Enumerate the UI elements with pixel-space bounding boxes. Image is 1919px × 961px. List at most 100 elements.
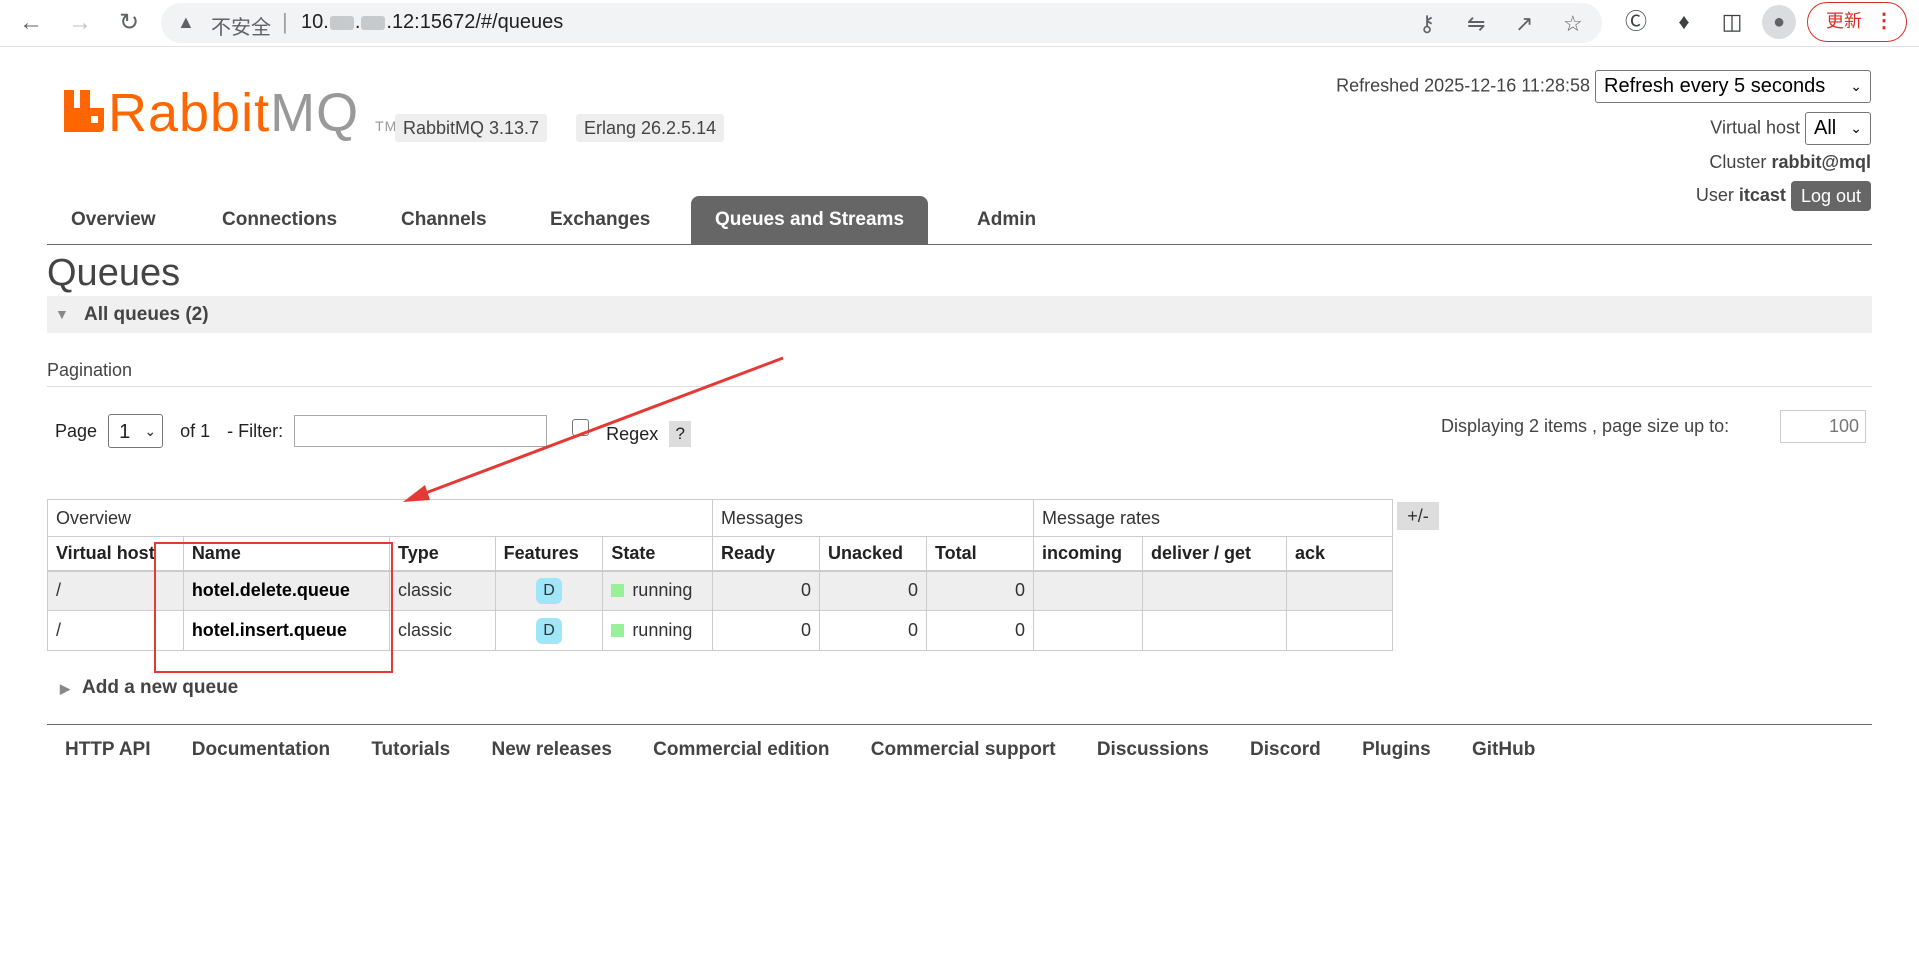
cell-features: D — [494, 610, 604, 651]
cell-type: classic — [389, 610, 496, 651]
footer-link-tutorials[interactable]: Tutorials — [371, 739, 450, 760]
rabbitmq-logo-icon — [64, 90, 104, 132]
section-title: All queues (2) — [84, 304, 209, 325]
share-icon[interactable]: ↗ — [1515, 11, 1533, 37]
all-queues-section-toggle[interactable]: ▼ All queues (2) — [47, 296, 1872, 333]
main-nav-tabs: Overview Connections Channels Exchanges … — [47, 196, 1872, 245]
col-state[interactable]: State — [602, 536, 713, 572]
bookmark-star-icon[interactable]: ☆ — [1563, 11, 1583, 37]
tab-exchanges[interactable]: Exchanges — [526, 196, 674, 244]
virtual-host-select[interactable]: All ⌄ — [1805, 112, 1871, 145]
forward-icon[interactable]: → — [63, 6, 97, 40]
cell-features: D — [494, 570, 604, 611]
filter-label: - Filter: — [227, 420, 284, 441]
cell-deliver-get — [1142, 570, 1287, 611]
footer-link-commercial-support[interactable]: Commercial support — [871, 739, 1056, 760]
col-incoming[interactable]: incoming — [1033, 536, 1143, 572]
footer-link-documentation[interactable]: Documentation — [192, 739, 330, 760]
regex-help-button[interactable]: ? — [669, 421, 692, 447]
cluster-info: Cluster rabbit@mql — [1709, 152, 1871, 173]
footer-link-discord[interactable]: Discord — [1250, 739, 1321, 760]
durable-badge: D — [535, 617, 562, 644]
col-deliver-get[interactable]: deliver / get — [1142, 536, 1287, 572]
pager-controls: Page 1 ⌄ of 1 - Filter: Regex ? — [55, 414, 692, 448]
table-group-header: Overview Messages Message rates — [47, 499, 1393, 537]
rabbitmq-version-badge: RabbitMQ 3.13.7 — [395, 114, 548, 142]
tab-connections[interactable]: Connections — [198, 196, 361, 244]
cell-total: 0 — [926, 610, 1034, 651]
chevron-down-icon: ⌄ — [1850, 78, 1862, 94]
col-type[interactable]: Type — [389, 536, 496, 572]
footer-links: HTTP API Documentation Tutorials New rel… — [65, 739, 1571, 761]
refreshed-timestamp: Refreshed 2025-12-16 11:28:58 — [1336, 75, 1590, 96]
col-ack[interactable]: ack — [1286, 536, 1393, 572]
group-message-rates: Message rates — [1033, 499, 1393, 537]
side-panel-icon[interactable]: ◫ — [1716, 6, 1748, 38]
translate-icon[interactable]: ⇋ — [1467, 11, 1485, 37]
divider — [47, 386, 1872, 387]
col-unacked[interactable]: Unacked — [819, 536, 927, 572]
cell-unacked: 0 — [819, 610, 927, 651]
cell-state: running — [602, 570, 713, 611]
group-overview: Overview — [47, 499, 713, 537]
back-icon[interactable]: ← — [14, 6, 48, 40]
virtual-host-label: Virtual host — [1710, 117, 1800, 138]
refresh-area: Refreshed 2025-12-16 11:28:58 Refresh ev… — [1336, 70, 1871, 103]
filter-input[interactable] — [294, 415, 548, 447]
footer-link-commercial-edition[interactable]: Commercial edition — [653, 739, 829, 760]
footer-link-plugins[interactable]: Plugins — [1362, 739, 1431, 760]
expand-triangle-icon: ▶ — [60, 681, 70, 696]
cell-incoming — [1033, 610, 1143, 651]
refresh-interval-select[interactable]: Refresh every 5 seconds ⌄ — [1595, 70, 1871, 103]
running-status-icon — [611, 584, 625, 598]
cell-incoming — [1033, 570, 1143, 611]
tab-overview[interactable]: Overview — [47, 196, 180, 244]
virtual-host-area: Virtual host All ⌄ — [1710, 112, 1871, 145]
insecure-label: 不安全 — [211, 17, 271, 39]
cell-ack — [1286, 570, 1393, 611]
cell-ready: 0 — [712, 570, 820, 611]
annotation-arrow-icon — [403, 356, 784, 502]
regex-checkbox[interactable] — [572, 418, 590, 436]
footer-link-new-releases[interactable]: New releases — [491, 739, 611, 760]
tab-queues-and-streams[interactable]: Queues and Streams — [691, 196, 929, 244]
annotation-highlight-box — [154, 542, 393, 673]
group-messages: Messages — [712, 499, 1034, 537]
browser-toolbar: ← → ↻ ▲ 不安全 | 10.. .12:15672/#/queues ⚷ ⇋… — [0, 0, 1919, 47]
cell-unacked: 0 — [819, 570, 927, 611]
page-title: Queues — [47, 252, 181, 294]
col-features[interactable]: Features — [494, 536, 604, 572]
col-ready[interactable]: Ready — [712, 536, 820, 572]
page-select[interactable]: 1 ⌄ — [108, 414, 164, 448]
footer-link-http-api[interactable]: HTTP API — [65, 739, 151, 760]
cell-total: 0 — [926, 570, 1034, 611]
reload-icon[interactable]: ↻ — [112, 6, 146, 40]
tab-channels[interactable]: Channels — [377, 196, 511, 244]
running-status-icon — [611, 624, 625, 637]
url-text[interactable]: 10.. .12:15672/#/queues — [301, 11, 563, 34]
update-button[interactable]: 更新 ⋮ — [1807, 2, 1907, 42]
tab-admin[interactable]: Admin — [953, 196, 1060, 244]
regex-label: Regex — [606, 423, 659, 444]
page-size-input[interactable]: 100 — [1780, 410, 1866, 443]
footer-link-discussions[interactable]: Discussions — [1097, 739, 1209, 760]
durable-badge: D — [535, 577, 562, 604]
warning-icon: ▲ — [177, 12, 195, 32]
key-icon[interactable]: ⚷ — [1419, 11, 1435, 37]
cell-ack — [1286, 610, 1393, 651]
col-total[interactable]: Total — [926, 536, 1034, 572]
column-toggle-button[interactable]: +/- — [1397, 502, 1439, 530]
add-queue-toggle[interactable]: ▶ Add a new queue — [60, 677, 238, 699]
erlang-version-badge: Erlang 26.2.5.14 — [576, 114, 725, 142]
pagination-heading: Pagination — [47, 360, 133, 380]
cell-deliver-get — [1142, 610, 1287, 651]
separator: | — [282, 9, 288, 34]
puzzle-icon[interactable]: ♦ — [1668, 6, 1700, 38]
footer-link-github[interactable]: GitHub — [1472, 739, 1535, 760]
profile-avatar-icon[interactable]: ● — [1762, 5, 1796, 39]
more-menu-icon[interactable]: ⋮ — [1874, 3, 1894, 40]
logo-text: RabbitMQ TM — [108, 83, 398, 143]
divider — [47, 724, 1872, 725]
extension-e-icon[interactable]: Ⓒ — [1620, 6, 1652, 38]
address-bar[interactable]: ▲ 不安全 | 10.. .12:15672/#/queues ⚷ ⇋ ↗ ☆ — [161, 3, 1602, 43]
